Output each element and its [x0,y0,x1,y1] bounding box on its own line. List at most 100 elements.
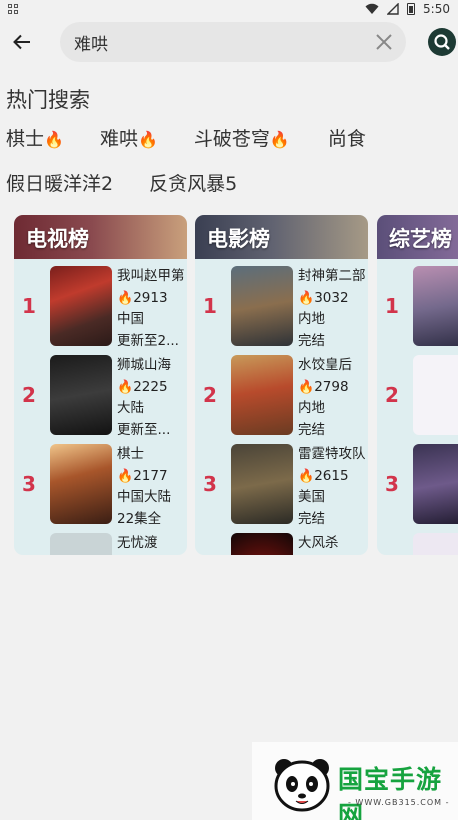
rank-item[interactable]: 2 [377,355,458,439]
fire-icon: 🔥 [269,130,290,149]
card-title: 电影榜 [207,227,270,251]
fire-icon: 🔥 [117,379,134,395]
hot-search-tag[interactable]: 棋士🔥 [6,124,64,151]
rank-info: 棋士 🔥2177 中国大陆 22集全 [117,444,185,530]
rank-info: 水饺皇后 🔥2798 内地 完结 [298,355,366,441]
status-text: 完结 [298,332,325,349]
rank-item[interactable]: 2 水饺皇后 🔥2798 内地 完结 [195,355,368,439]
card-header: 电视榜 [14,215,187,259]
rank-number: 2 [22,383,36,407]
rank-number: 2 [385,383,399,407]
panda-logo-icon [274,759,330,812]
search-header [0,20,458,66]
hot-search-title: 热门搜索 [6,88,90,112]
poster-image [231,444,293,524]
heat-value: 🔥3032 [298,288,366,310]
tv-rank-card: 电视榜 1 我叫赵甲第 🔥2913 中国 更新至2... 2 狮城山海 🔥222… [14,215,187,555]
watermark: 国宝手游网 - WWW.GB315.COM - [252,742,458,820]
heat-value: 🔥2177 [117,466,185,488]
heat-value: 🔥2913 [117,288,185,310]
region-text: 美国 [298,489,325,505]
rank-number: 3 [22,472,36,496]
heat-value: 🔥2225 [117,377,185,399]
hot-search-tag[interactable]: 斗破苍穹🔥 [194,124,290,151]
signal-icon [387,3,399,15]
back-arrow-icon [13,34,30,50]
search-icon [434,34,450,50]
heat-value: 🔥2615 [298,466,366,488]
clear-search-button[interactable] [374,32,394,52]
status-text: 更新至2... [117,332,179,349]
fire-icon: 🔥 [298,468,315,484]
heat-number: 2798 [314,378,349,395]
title-text: 狮城山海 [117,357,171,373]
hot-search-tag-label: 棋士 [6,128,45,150]
heat-value: 🔥2798 [298,377,366,399]
card-title: 综艺榜 [389,227,452,251]
rank-info: 封神第二部 🔥3032 内地 完结 [298,266,366,352]
fire-icon: 🔥 [298,290,315,306]
rank-item[interactable]: 1 封神第二部 🔥3032 内地 完结 [195,266,368,350]
title-text: 大风杀 [298,535,339,551]
poster-image [231,355,293,435]
heat-number: 3032 [314,289,349,306]
poster-image [413,266,458,346]
fire-icon: 🔥 [298,379,315,395]
rank-item[interactable] [377,533,458,555]
rank-number: 3 [385,472,399,496]
hot-search-tag[interactable]: 难哄🔥 [100,124,158,151]
rank-number: 2 [203,383,217,407]
card-title: 电视榜 [26,227,89,251]
search-box [60,22,406,62]
poster-image [413,444,458,524]
title-text: 水饺皇后 [298,357,352,373]
rank-item[interactable]: 3 雷霆特攻队 🔥2615 美国 完结 [195,444,368,528]
rank-item[interactable]: 2 狮城山海 🔥2225 大陆 更新至... [14,355,187,439]
hot-search-tag[interactable]: 反贪风暴5 [149,169,237,196]
heat-number: 2615 [314,467,349,484]
region-text: 内地 [298,311,325,327]
fire-icon: 🔥 [137,130,158,149]
rank-number: 3 [203,472,217,496]
watermark-brand: 国宝手游网 [338,765,443,820]
card-header: 综艺榜 [377,215,458,259]
rank-item[interactable]: 3 [377,444,458,528]
status-time: 5:50 [423,2,450,16]
rank-info: 无忧渡 [117,533,185,555]
rank-item[interactable]: 1 我叫赵甲第 🔥2913 中国 更新至2... [14,266,187,350]
poster-image [50,533,112,555]
search-input[interactable] [74,28,364,56]
search-button[interactable] [428,28,456,56]
rank-info: 雷霆特攻队 🔥2615 美国 完结 [298,444,366,530]
rank-item[interactable]: 无忧渡 [14,533,187,555]
fire-icon: 🔥 [117,290,134,306]
movie-rank-card: 电影榜 1 封神第二部 🔥3032 内地 完结 2 水饺皇后 🔥2798 内地 … [195,215,368,555]
rank-number: 1 [22,294,36,318]
rank-item[interactable]: 3 棋士 🔥2177 中国大陆 22集全 [14,444,187,528]
status-text: 完结 [298,510,325,527]
poster-image [413,355,458,435]
rank-cards: 电视榜 1 我叫赵甲第 🔥2913 中国 更新至2... 2 狮城山海 🔥222… [14,215,458,560]
variety-rank-card: 综艺榜 1 2 3 [377,215,458,555]
title-text: 雷霆特攻队 [298,446,366,462]
rank-item[interactable]: 大风杀 [195,533,368,555]
rank-number: 1 [385,294,399,318]
rank-info: 狮城山海 🔥2225 大陆 更新至... [117,355,185,441]
app-grid-icon [8,4,18,14]
region-text: 中国 [117,311,144,327]
heat-number: 2177 [133,467,168,484]
hot-search-tag-label: 尚食 [327,128,366,150]
hot-search-tag[interactable]: 假日暖洋洋2 [6,169,113,196]
hot-search-tag[interactable]: 尚食 [328,124,366,151]
hot-search-tag-label: 难哄 [99,128,138,150]
status-right: 5:50 [365,2,450,16]
watermark-url: - WWW.GB315.COM - [348,798,450,807]
fire-icon: 🔥 [44,130,64,149]
title-text: 我叫赵甲第 [117,268,185,284]
back-button[interactable] [8,30,36,54]
rank-item[interactable]: 1 [377,266,458,350]
status-text: 更新至... [117,421,171,438]
heat-number: 2225 [133,378,168,395]
poster-image [231,533,293,555]
status-text: 完结 [298,421,325,438]
